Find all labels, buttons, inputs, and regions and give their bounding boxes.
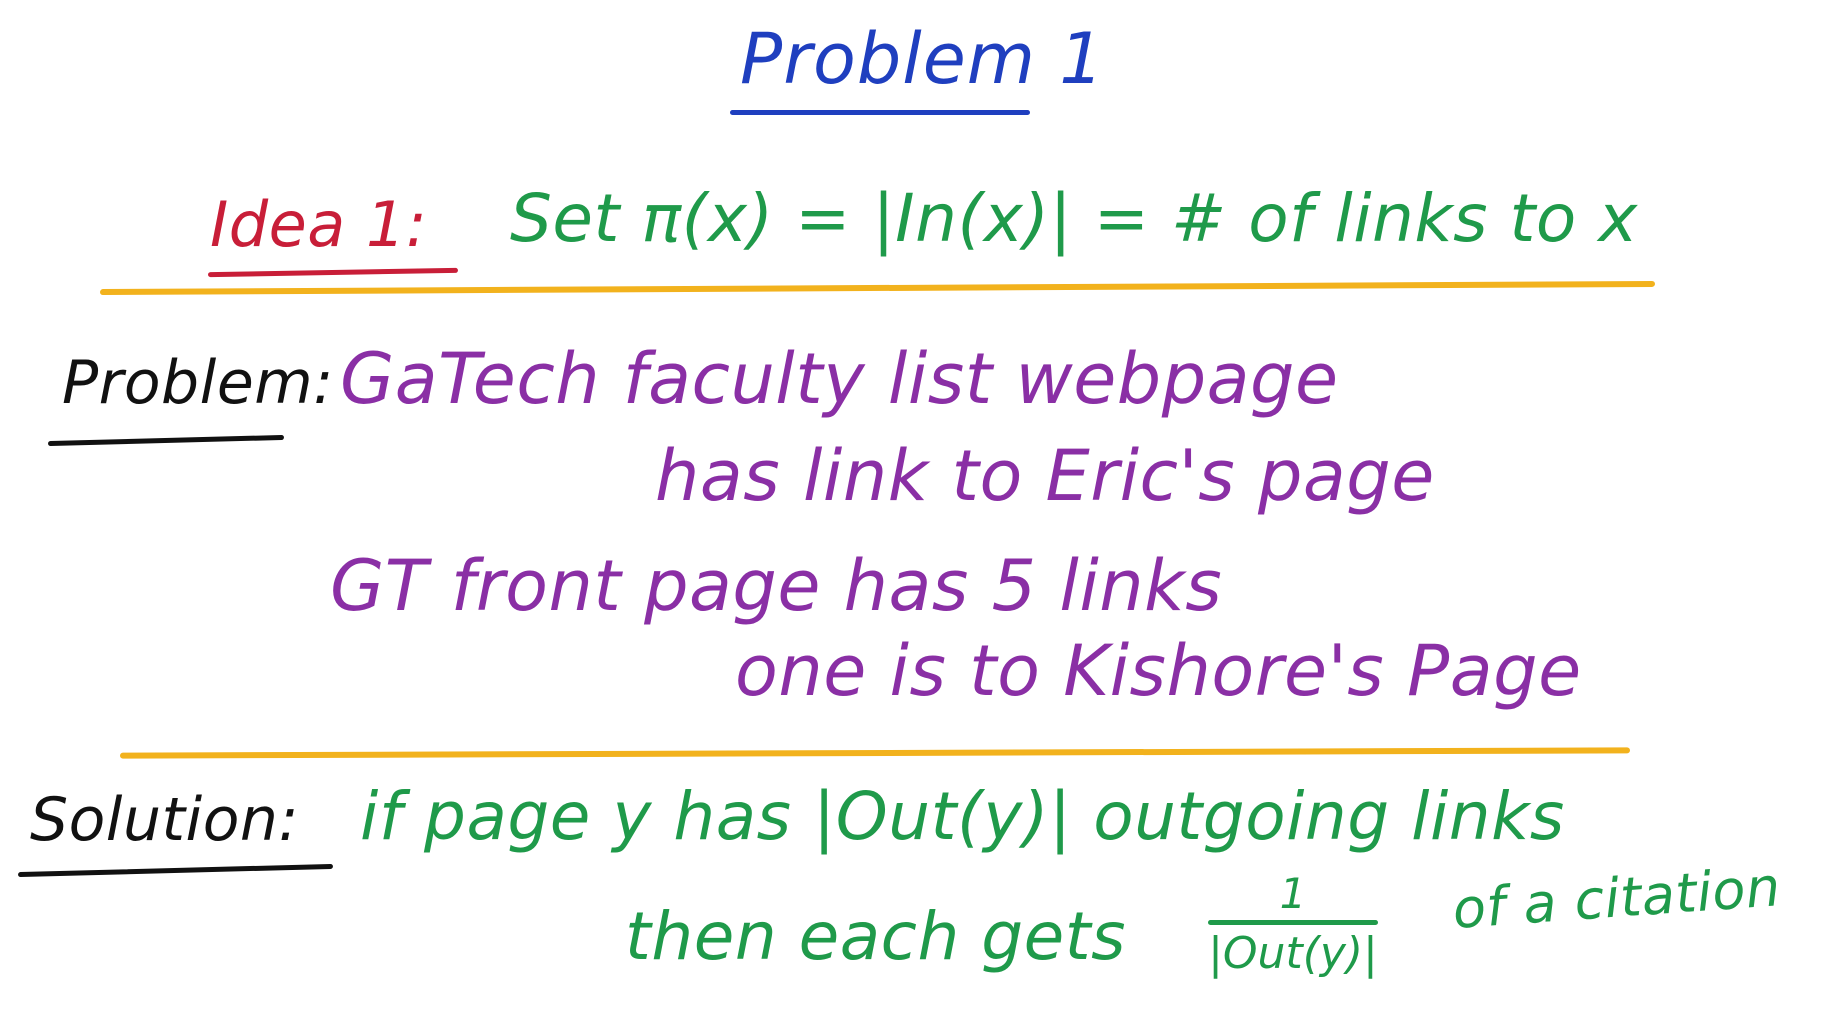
idea-underline [207, 267, 459, 278]
problem-label: Problem: [62, 348, 334, 418]
solution-line-2-suffix: of a citation [1450, 855, 1783, 941]
fraction-bar [1208, 920, 1378, 925]
problem-underline [47, 434, 285, 447]
solution-underline [17, 863, 334, 878]
idea-text: Set π(x) = |In(x)| = # of links to x [510, 180, 1638, 257]
page-title: Problem 1 [740, 18, 1105, 100]
problem-line-4: one is to Kishore's Page [735, 630, 1582, 712]
problem-line-3: GT front page has 5 links [330, 545, 1223, 627]
title-underline [730, 110, 1030, 115]
solution-line-1: if page y has |Out(y)| outgoing links [360, 778, 1565, 855]
fraction-denominator: |Out(y)| [1208, 928, 1378, 979]
fraction-numerator: 1 [1279, 869, 1307, 918]
separator-line-top [99, 280, 1656, 296]
solution-label: Solution: [30, 785, 300, 855]
citation-fraction: 1 |Out(y)| [1208, 872, 1378, 977]
idea-label: Idea 1: [210, 188, 428, 261]
problem-line-2: has link to Eric's page [655, 435, 1435, 517]
problem-line-1: GaTech faculty list webpage [340, 338, 1339, 420]
separator-line-bottom [119, 747, 1631, 759]
whiteboard-page: Problem 1 Idea 1: Set π(x) = |In(x)| = #… [0, 0, 1825, 1019]
solution-line-2-prefix: then each gets [625, 898, 1127, 975]
